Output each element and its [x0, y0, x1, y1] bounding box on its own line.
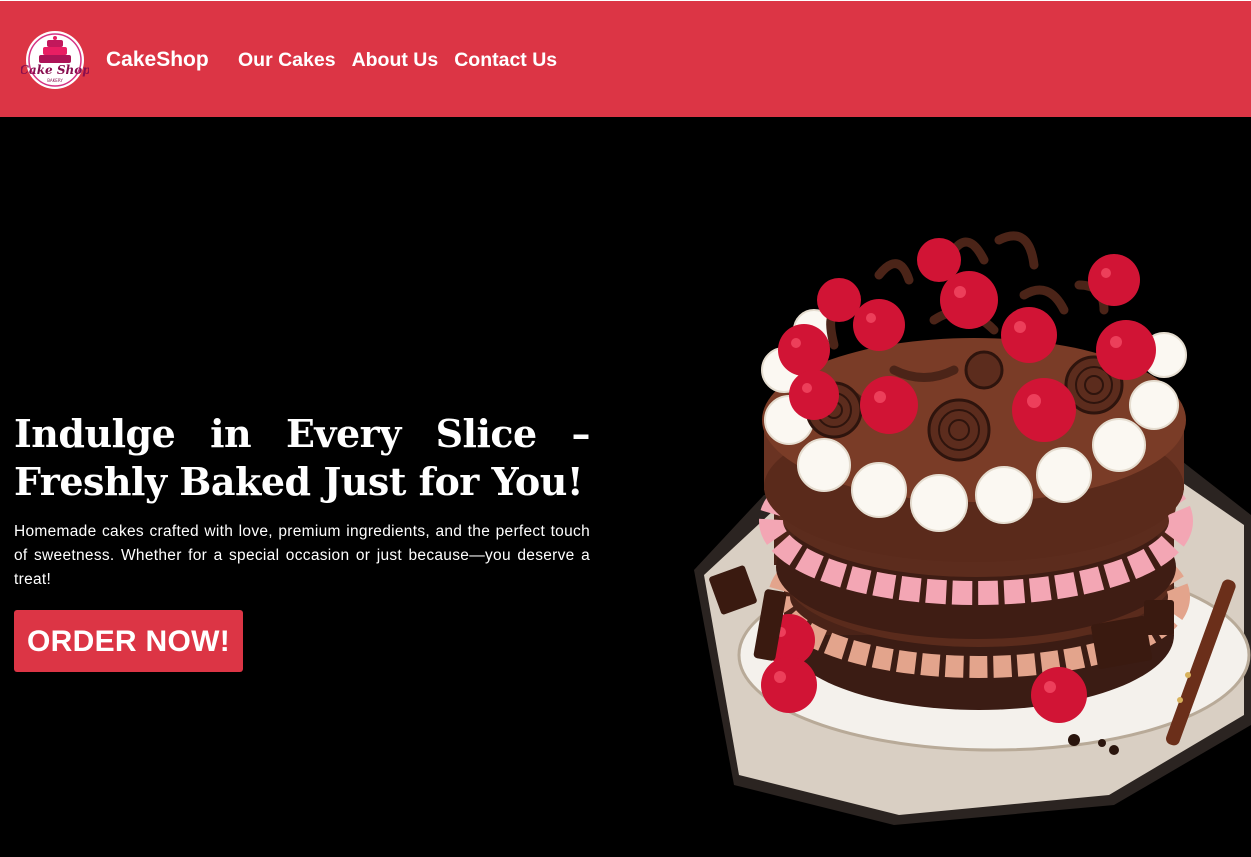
nav-link-about-us[interactable]: About Us — [352, 49, 439, 71]
nav-links: Our Cakes About Us Contact Us — [238, 47, 557, 73]
navbar: Cake Shop BAKERY CakeShop Our Cakes Abou… — [0, 0, 1251, 117]
nav-link-contact-us[interactable]: Contact Us — [454, 49, 557, 71]
nav-link-our-cakes[interactable]: Our Cakes — [238, 49, 336, 71]
svg-text:BAKERY: BAKERY — [47, 78, 63, 83]
hero-headline: Indulge in Every Slice – Freshly Baked J… — [14, 411, 591, 504]
brand-name[interactable]: CakeShop — [106, 47, 209, 73]
hero-text: Indulge in Every Slice – Freshly Baked J… — [14, 410, 591, 672]
order-now-button[interactable]: ORDER NOW! — [14, 610, 243, 672]
hero-section: Indulge in Every Slice – Freshly Baked J… — [0, 117, 1251, 857]
svg-text:Cake Shop: Cake Shop — [21, 63, 89, 77]
cake-shop-logo-icon: Cake Shop BAKERY — [19, 31, 91, 89]
hero-subtext: Homemade cakes crafted with love, premiu… — [14, 523, 590, 588]
cake-image — [694, 231, 1251, 825]
logo-link[interactable]: Cake Shop BAKERY — [19, 30, 91, 90]
